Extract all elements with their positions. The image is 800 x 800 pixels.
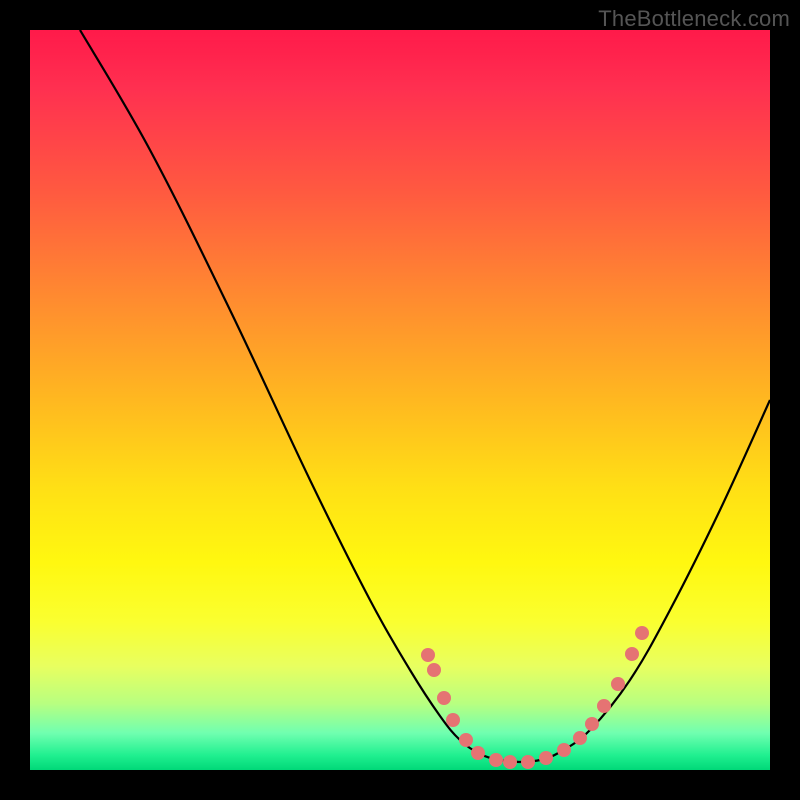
- right-curve: [520, 400, 770, 762]
- data-dot: [446, 713, 460, 727]
- chart-svg: [30, 30, 770, 770]
- data-dot: [427, 663, 441, 677]
- data-dot: [611, 677, 625, 691]
- data-dot: [557, 743, 571, 757]
- watermark-text: TheBottleneck.com: [598, 6, 790, 32]
- data-dot: [597, 699, 611, 713]
- data-dot: [489, 753, 503, 767]
- data-dots: [421, 626, 649, 769]
- data-dot: [459, 733, 473, 747]
- data-dot: [625, 647, 639, 661]
- data-dot: [635, 626, 649, 640]
- data-dot: [437, 691, 451, 705]
- data-dot: [503, 755, 517, 769]
- data-dot: [421, 648, 435, 662]
- data-dot: [521, 755, 535, 769]
- data-dot: [573, 731, 587, 745]
- left-curve: [80, 30, 520, 762]
- data-dot: [471, 746, 485, 760]
- data-dot: [585, 717, 599, 731]
- data-dot: [539, 751, 553, 765]
